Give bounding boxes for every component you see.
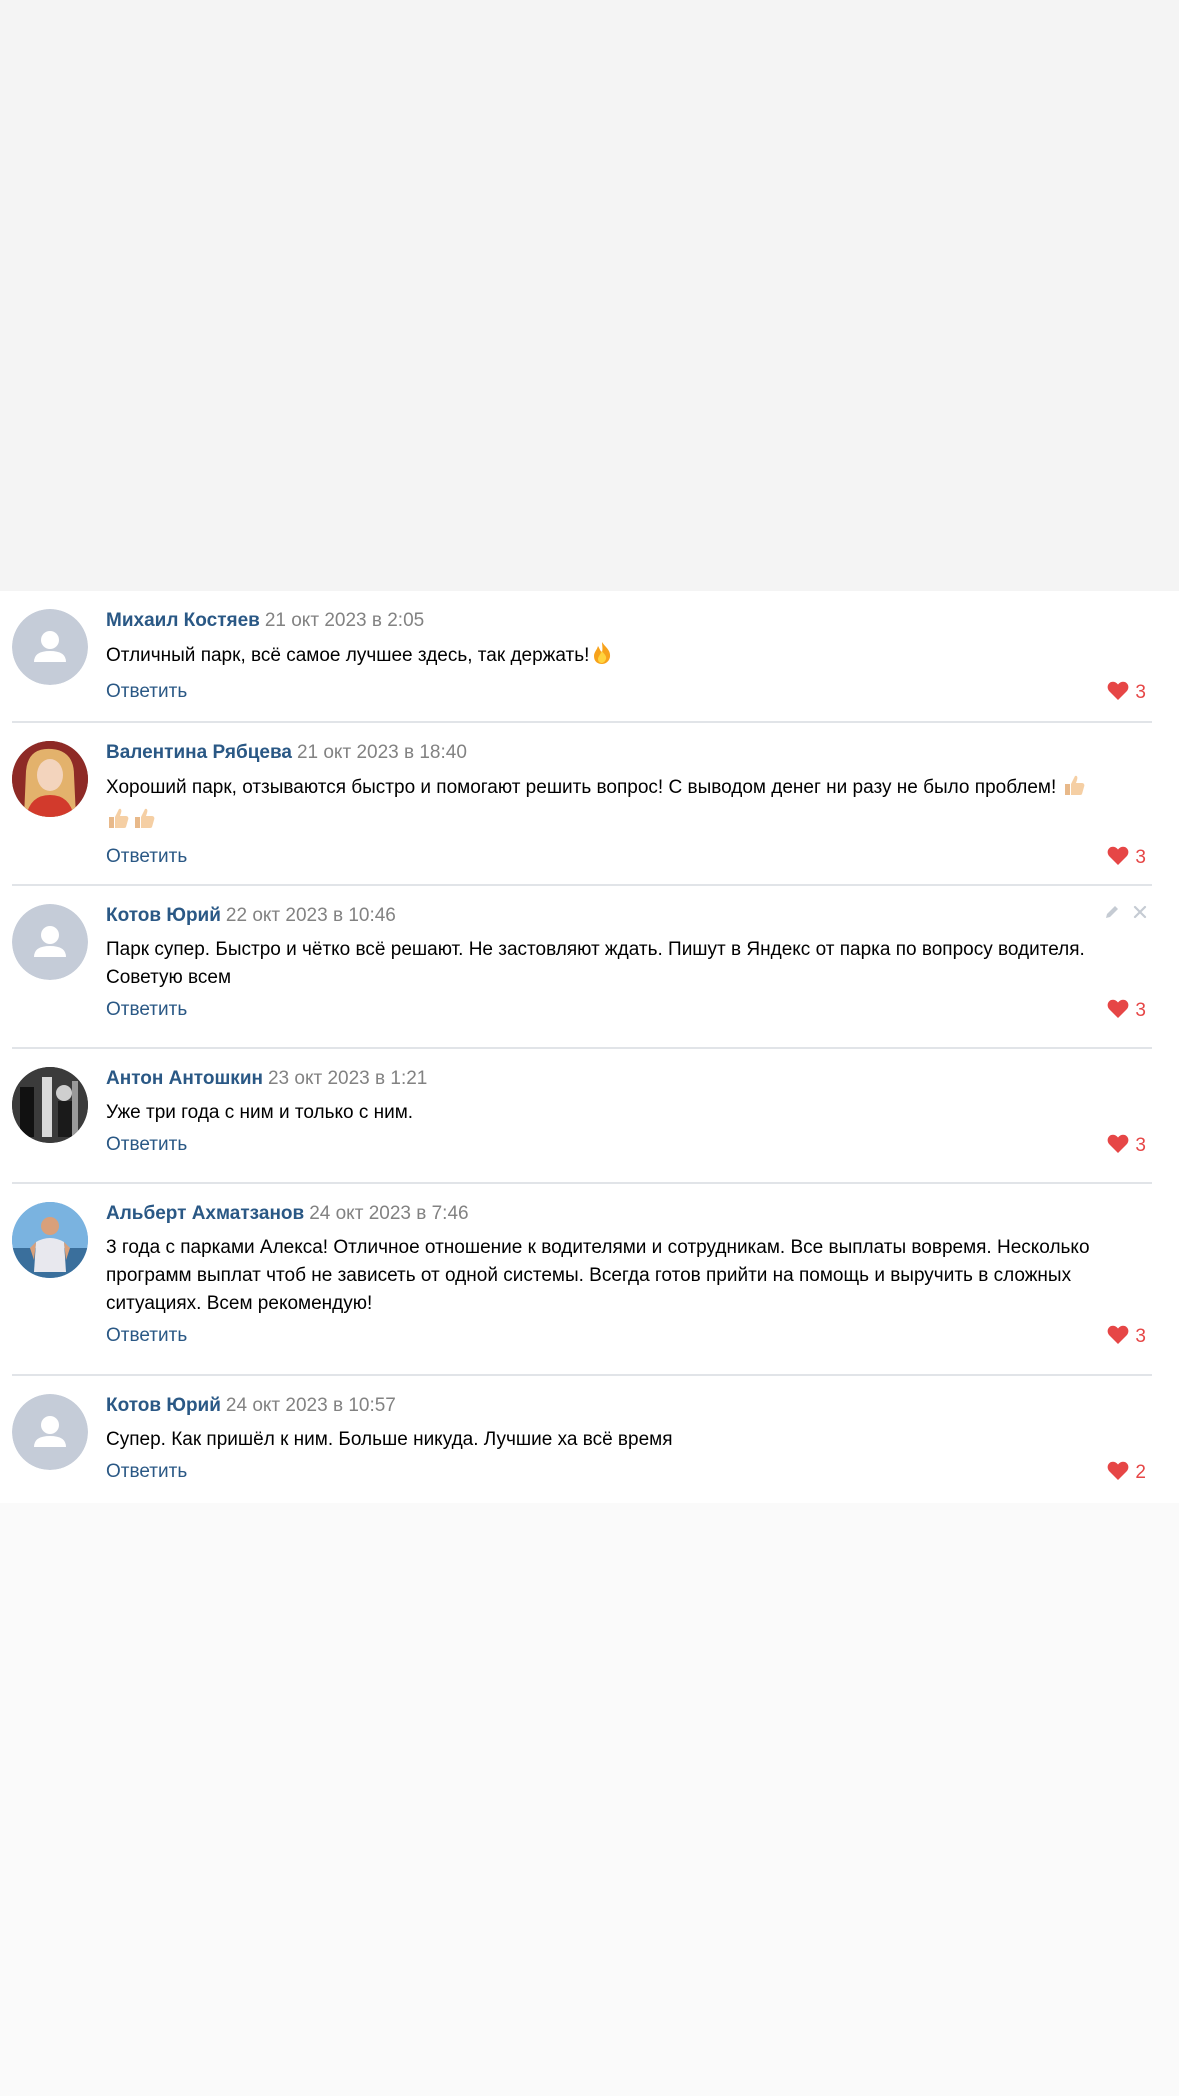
like-count: 3: [1135, 1000, 1146, 1021]
comment-item: Альберт Ахматзанов 24 окт 2023 в 7:46 3 г…: [12, 1184, 1152, 1376]
heart-icon: [1107, 1461, 1129, 1486]
like-button[interactable]: 3: [1107, 1134, 1146, 1158]
comment-author[interactable]: Котов Юрий: [106, 905, 221, 926]
user-photo-avatar[interactable]: [12, 741, 88, 817]
like-count: 3: [1135, 1135, 1146, 1156]
comment-author[interactable]: Котов Юрий: [106, 1395, 221, 1416]
comment-author[interactable]: Валентина Рябцева: [106, 742, 292, 763]
reply-button[interactable]: Ответить: [106, 1325, 187, 1346]
comment-text: Супер. Как пришёл к ним. Больше никуда. …: [106, 1429, 673, 1450]
thumbs-up-emoji: [1062, 773, 1086, 806]
thumbs-up-emoji: [106, 806, 130, 839]
heart-icon: [1107, 1134, 1129, 1159]
comment-date[interactable]: 24 окт 2023 в 10:57: [226, 1395, 396, 1416]
like-button[interactable]: 3: [1107, 846, 1146, 870]
comment-date[interactable]: 21 окт 2023 в 18:40: [297, 742, 467, 763]
reply-button[interactable]: Ответить: [106, 1134, 187, 1155]
comment-date[interactable]: 23 окт 2023 в 1:21: [268, 1068, 427, 1089]
like-button[interactable]: 3: [1107, 681, 1146, 705]
comment-text: Уже три года с ним и только с ним.: [106, 1102, 414, 1123]
heart-icon: [1107, 999, 1129, 1024]
comment-item: Котов Юрий 22 окт 2023 в 10:46 Парк супер…: [12, 886, 1152, 1049]
heart-icon: [1107, 846, 1129, 871]
comment-author[interactable]: Михаил Костяев: [106, 610, 260, 631]
comment-date[interactable]: 22 окт 2023 в 10:46: [226, 905, 396, 926]
default-avatar-icon[interactable]: [12, 1394, 88, 1470]
reply-button[interactable]: Ответить: [106, 999, 187, 1020]
comment-date[interactable]: 21 окт 2023 в 2:05: [265, 610, 424, 631]
comment-author[interactable]: Антон Антошкин: [106, 1068, 263, 1089]
like-button[interactable]: 2: [1107, 1461, 1146, 1485]
user-photo-avatar[interactable]: [12, 1067, 88, 1143]
thumbs-up-emoji: [132, 806, 156, 839]
user-photo-avatar[interactable]: [12, 1202, 88, 1278]
comment-text: Хороший парк, отзываются быстро и помога…: [106, 773, 1152, 839]
comment-item: Котов Юрий 24 окт 2023 в 10:57 Супер. Как…: [12, 1376, 1152, 1503]
comment-author[interactable]: Альберт Ахматзанов: [106, 1203, 304, 1224]
comment-date[interactable]: 24 окт 2023 в 7:46: [309, 1203, 468, 1224]
comment-item: Михаил Костяев 21 окт 2023 в 2:05 Отличны…: [12, 591, 1152, 723]
reply-button[interactable]: Ответить: [106, 846, 187, 867]
comment-item: Антон Антошкин 23 окт 2023 в 1:21 Уже три…: [12, 1049, 1152, 1184]
comments-panel: Михаил Костяев 21 окт 2023 в 2:05 Отличны…: [0, 591, 1179, 1503]
top-blank-area: [0, 0, 1179, 591]
fire-emoji: [591, 641, 613, 674]
like-button[interactable]: 3: [1107, 999, 1146, 1023]
heart-icon: [1107, 1325, 1129, 1350]
like-count: 3: [1135, 1326, 1146, 1347]
like-button[interactable]: 3: [1107, 1325, 1146, 1349]
like-count: 2: [1135, 1462, 1146, 1483]
default-avatar-icon[interactable]: [12, 609, 88, 685]
heart-icon: [1107, 681, 1129, 706]
comment-text: 3 года с парками Алекса! Отличное отноше…: [106, 1237, 1090, 1314]
default-avatar-icon[interactable]: [12, 904, 88, 980]
like-count: 3: [1135, 847, 1146, 868]
reply-button[interactable]: Ответить: [106, 681, 187, 702]
comment-item: Валентина Рябцева 21 окт 2023 в 18:40 Хор…: [12, 723, 1152, 886]
bottom-blank-area: [0, 1503, 1179, 2096]
comment-text: Отличный парк, всё самое лучшее здесь, т…: [106, 641, 1152, 674]
comment-text: Парк супер. Быстро и чётко всё решают. Н…: [106, 939, 1085, 988]
reply-button[interactable]: Ответить: [106, 1461, 187, 1482]
like-count: 3: [1135, 682, 1146, 703]
